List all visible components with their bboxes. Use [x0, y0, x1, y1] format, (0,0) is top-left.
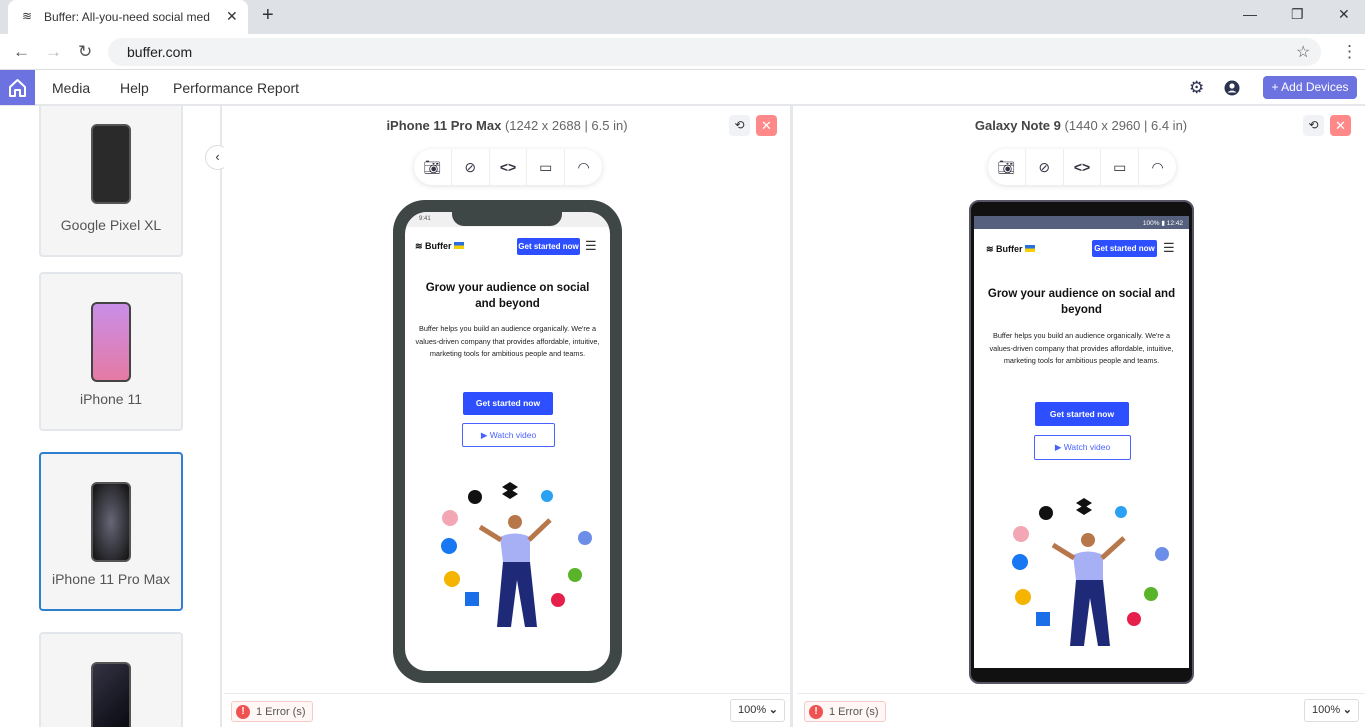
watch-video-button[interactable]: ▶ Watch video — [1034, 435, 1131, 460]
device-name: Galaxy Note 9 — [974, 118, 1061, 133]
app-header: Media Help Performance Report ⚙ + Add De… — [0, 70, 1365, 106]
device-card-iphone-12[interactable] — [39, 632, 183, 727]
device-screen: 9:41 ≋ Buffer Get started now ☰ Grow you… — [405, 212, 610, 671]
get-started-button[interactable]: Get started now — [463, 392, 553, 415]
device-sidebar: Google Pixel XL iPhone 11 iPhone 11 Pro … — [0, 106, 222, 727]
user-account-icon[interactable] — [1224, 80, 1240, 96]
menu-media[interactable]: Media — [52, 80, 90, 96]
home-button[interactable] — [0, 70, 35, 105]
reload-icon[interactable]: ↻ — [78, 42, 92, 62]
close-window-icon[interactable]: ✕ — [1338, 6, 1350, 23]
iphone-11-pro-max-thumbnail — [91, 482, 131, 562]
chevron-down-icon: ⌄ — [768, 704, 778, 716]
remove-device-button[interactable]: ✕ — [1330, 115, 1351, 136]
video-record-icon[interactable]: ▭ — [1101, 149, 1140, 185]
hero-body: Buffer helps you build an audience organ… — [415, 324, 600, 358]
browser-menu-icon[interactable]: ⋮ — [1341, 42, 1358, 62]
rotate-screen-icon[interactable]: ⊘ — [452, 149, 490, 185]
panel-footer: ! 1 Error (s) 100% ⌄ — [224, 693, 790, 727]
rotate-screen-icon[interactable]: ⊘ — [1026, 149, 1064, 185]
device-name: iPhone 11 Pro Max — [386, 118, 502, 133]
menu-performance-report[interactable]: Performance Report — [173, 80, 299, 96]
settings-gear-icon[interactable]: ⚙ — [1189, 78, 1204, 98]
screenshot-camera-icon[interactable]: 📷︎ — [414, 149, 452, 185]
remove-device-button[interactable]: ✕ — [756, 115, 777, 136]
zoom-select[interactable]: 100% ⌄ — [1304, 699, 1359, 722]
site-logo[interactable]: ≋ Buffer — [415, 241, 465, 252]
device-specs: (1440 x 2960 | 6.4 in) — [1064, 118, 1188, 133]
status-time: 9:41 — [419, 216, 431, 222]
forward-icon[interactable]: → — [45, 42, 62, 62]
panel-footer: ! 1 Error (s) 100% ⌄ — [797, 693, 1365, 727]
device-card-iphone-11-pro-max[interactable]: iPhone 11 Pro Max — [39, 452, 183, 611]
device-card-google-pixel-xl[interactable]: Google Pixel XL — [39, 106, 183, 257]
wifi-network-icon[interactable]: ◠ — [1139, 149, 1176, 185]
hero-headline: Grow your audience on social and beyond — [425, 282, 590, 310]
video-record-icon[interactable]: ▭ — [527, 149, 566, 185]
hero-headline: Grow your audience on social and beyond — [987, 288, 1176, 316]
bookmark-star-icon[interactable]: ☆ — [1296, 42, 1310, 62]
device-panel-iphone-11-pro-max: iPhone 11 Pro Max (1242 x 2688 | 6.5 in)… — [224, 106, 793, 727]
hero-illustration — [441, 482, 592, 627]
rotate-button[interactable]: ⟲ — [1303, 115, 1324, 136]
rotate-icon: ⟲ — [734, 118, 745, 132]
zoom-select[interactable]: 100% ⌄ — [730, 699, 785, 722]
wifi-network-icon[interactable]: ◠ — [565, 149, 602, 185]
buffer-favicon-icon: ≋ — [22, 9, 33, 23]
device-toolbar: 📷︎ ⊘ <> ▭ ◠ — [414, 149, 602, 185]
panel-title: Galaxy Note 9 (1440 x 2960 | 6.4 in) — [797, 118, 1365, 133]
error-badge[interactable]: ! 1 Error (s) — [804, 701, 886, 722]
device-specs: (1242 x 2688 | 6.5 in) — [504, 118, 628, 133]
error-badge[interactable]: ! 1 Error (s) — [231, 701, 313, 722]
device-screen: 100% ▮ 12:42 ≋ Buffer Get started now ☰ … — [974, 216, 1189, 668]
menu-help[interactable]: Help — [120, 80, 149, 96]
minimize-icon[interactable]: — — [1243, 6, 1257, 22]
device-card-iphone-11[interactable]: iPhone 11 — [39, 272, 183, 431]
hero-illustration — [1012, 498, 1169, 646]
rotate-button[interactable]: ⟲ — [729, 115, 750, 136]
address-bar: ← → ↻ buffer.com ☆ ⋮ — [0, 34, 1365, 70]
hamburger-menu-icon[interactable]: ☰ — [585, 239, 597, 252]
tab-title: Buffer: All-you-need social media toolki… — [44, 10, 210, 24]
back-icon[interactable]: ← — [13, 42, 30, 62]
header-cta-button[interactable]: Get started now — [517, 238, 580, 255]
chevron-left-icon: ‹ — [215, 149, 220, 164]
home-icon — [9, 79, 26, 97]
chevron-down-icon: ⌄ — [1342, 704, 1352, 716]
url-input[interactable]: buffer.com — [108, 38, 1321, 66]
code-icon[interactable]: <> — [1064, 149, 1102, 185]
restore-icon[interactable]: ❐ — [1291, 6, 1304, 23]
iphone-11-thumbnail — [91, 302, 131, 382]
close-icon: ✕ — [761, 118, 772, 133]
iphone-12-thumbnail — [91, 662, 131, 727]
galaxy-frame: 100% ▮ 12:42 ≋ Buffer Get started now ☰ … — [969, 200, 1194, 684]
notch — [452, 212, 562, 226]
device-toolbar: 📷︎ ⊘ <> ▭ ◠ — [988, 149, 1176, 185]
device-label: iPhone 11 — [79, 391, 142, 407]
close-tab-icon[interactable]: ✕ — [226, 8, 238, 25]
device-panel-galaxy-note-9: Galaxy Note 9 (1440 x 2960 | 6.4 in) ⟲ ✕… — [797, 106, 1365, 727]
iphone-frame: 9:41 ≋ Buffer Get started now ☰ Grow you… — [393, 200, 622, 683]
add-devices-button[interactable]: + Add Devices — [1263, 76, 1357, 99]
error-alert-icon: ! — [809, 705, 823, 719]
site-logo[interactable]: ≋ Buffer — [986, 244, 1036, 255]
header-cta-button[interactable]: Get started now — [1092, 240, 1157, 257]
get-started-button[interactable]: Get started now — [1035, 402, 1129, 426]
rotate-icon: ⟲ — [1308, 118, 1319, 132]
tab-bar: ≋ Buffer: All-you-need social media tool… — [0, 0, 1365, 34]
new-tab-icon[interactable]: + — [262, 4, 274, 27]
status-bar: 100% ▮ 12:42 — [974, 216, 1189, 229]
device-label: Google Pixel XL — [60, 217, 162, 233]
pixel-thumbnail — [91, 124, 131, 204]
watch-video-button[interactable]: ▶ Watch video — [462, 423, 555, 447]
close-icon: ✕ — [1335, 118, 1346, 133]
hero-body: Buffer helps you build an audience organ… — [989, 331, 1174, 365]
hamburger-menu-icon[interactable]: ☰ — [1163, 241, 1175, 254]
device-label: iPhone 11 Pro Max — [51, 571, 171, 587]
code-icon[interactable]: <> — [490, 149, 528, 185]
error-alert-icon: ! — [236, 705, 250, 719]
screenshot-camera-icon[interactable]: 📷︎ — [988, 149, 1026, 185]
browser-tab[interactable]: ≋ Buffer: All-you-need social media tool… — [8, 0, 248, 34]
panel-title: iPhone 11 Pro Max (1242 x 2688 | 6.5 in) — [224, 118, 790, 133]
